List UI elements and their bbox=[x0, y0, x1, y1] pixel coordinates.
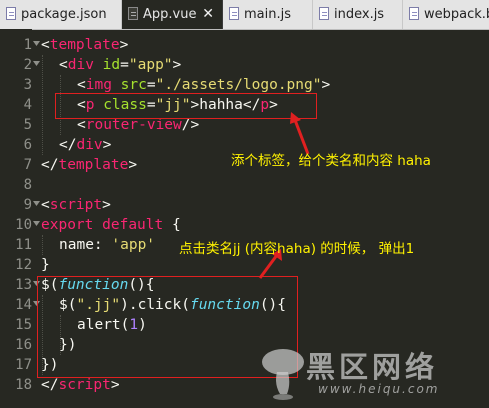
watermark: 黑区网络 www.heiqu.com bbox=[258, 342, 489, 408]
line-number: 10 bbox=[15, 217, 32, 233]
line-number: 1 bbox=[23, 37, 32, 53]
line-number: 11 bbox=[15, 237, 32, 253]
line-number: 2 bbox=[23, 57, 32, 73]
line-number: 4 bbox=[23, 97, 32, 113]
tab-index-js[interactable]: index.js bbox=[313, 0, 403, 29]
code-line-7: </template> bbox=[41, 157, 138, 173]
highlight-box-p-tag bbox=[55, 93, 317, 119]
tab-label: index.js bbox=[334, 7, 385, 22]
code-line-2: <div id="app"> bbox=[59, 57, 182, 73]
fold-marker-icon[interactable] bbox=[33, 59, 41, 69]
fold-marker-icon[interactable] bbox=[33, 199, 41, 209]
code-line-11: name: 'app' bbox=[59, 237, 156, 253]
tab-label: webpack.b bbox=[424, 7, 489, 22]
file-icon bbox=[6, 7, 16, 20]
line-number: 12 bbox=[15, 257, 32, 273]
line-number: 7 bbox=[23, 157, 32, 173]
code-line-10: export default { bbox=[41, 217, 181, 233]
file-icon bbox=[409, 7, 419, 20]
tab-main-js[interactable]: main.js bbox=[223, 0, 313, 29]
line-number-gutter: 1 2 3 4 5 6 7 8 9 10 11 12 13 14 15 16 1… bbox=[0, 29, 32, 408]
line-number: 5 bbox=[23, 117, 32, 133]
line-number: 18 bbox=[15, 377, 32, 393]
code-line-6: </div> bbox=[59, 137, 112, 153]
close-icon[interactable]: ✕ bbox=[202, 0, 214, 29]
indent-guide bbox=[42, 235, 43, 255]
tab-label: main.js bbox=[244, 7, 291, 22]
tab-label: App.vue bbox=[143, 7, 197, 22]
logo-icon bbox=[262, 349, 304, 400]
annotation-note-1: 添个标签，给个类名和内容 haha bbox=[231, 153, 431, 169]
annotation-note-2: 点击类名jj (内容haha) 的时候， 弹出1 bbox=[179, 241, 415, 257]
line-number: 9 bbox=[23, 197, 32, 213]
line-number: 13 bbox=[15, 277, 32, 293]
line-number: 6 bbox=[23, 137, 32, 153]
line-number: 8 bbox=[23, 177, 32, 193]
tab-label: package.json bbox=[21, 7, 107, 22]
fold-marker-icon[interactable] bbox=[33, 219, 41, 229]
fold-marker-icon[interactable] bbox=[33, 39, 41, 49]
line-number: 15 bbox=[15, 317, 32, 333]
line-number: 16 bbox=[15, 337, 32, 353]
indent-guide bbox=[42, 55, 43, 155]
code-line-9: <script> bbox=[41, 197, 111, 213]
file-icon bbox=[229, 7, 239, 20]
line-number: 14 bbox=[15, 297, 32, 313]
line-number: 3 bbox=[23, 77, 32, 93]
code-line-12: } bbox=[41, 257, 50, 273]
watermark-text: 黑区网络 bbox=[306, 350, 439, 384]
tab-package-json[interactable]: package.json bbox=[0, 0, 122, 29]
file-icon bbox=[128, 7, 138, 20]
code-line-3: <img src="./assets/logo.png"> bbox=[77, 77, 331, 93]
watermark-url: www.heiqu.com bbox=[318, 382, 440, 396]
tab-webpack[interactable]: webpack.b bbox=[403, 0, 489, 29]
file-icon bbox=[319, 7, 329, 20]
code-line-1: <template> bbox=[41, 37, 129, 53]
tab-bar: package.json App.vue ✕ main.js index.js … bbox=[0, 0, 489, 30]
tab-app-vue[interactable]: App.vue ✕ bbox=[122, 0, 223, 29]
code-line-18: </script> bbox=[41, 377, 120, 393]
line-number: 17 bbox=[15, 357, 32, 373]
